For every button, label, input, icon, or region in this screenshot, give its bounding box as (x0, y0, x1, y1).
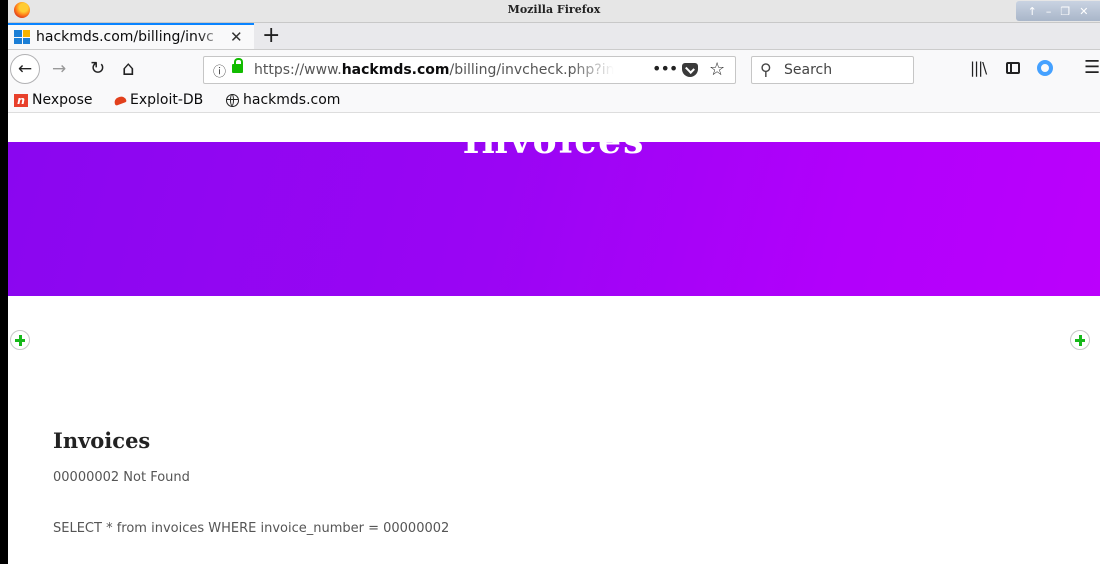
window-title: Mozilla Firefox (507, 3, 601, 16)
add-left-plus-icon[interactable] (10, 330, 30, 350)
browser-window: Mozilla Firefox ↑ – ❐ ✕ hackmds.com/bill… (8, 0, 1100, 564)
search-icon: ⚲ (760, 60, 772, 79)
sidebar-icon[interactable] (1006, 62, 1020, 74)
tab-active[interactable]: hackmds.com/billing/invc ✕ (8, 23, 254, 49)
hamburger-menu-icon[interactable]: ☰ (1084, 57, 1100, 78)
tab-close-icon[interactable]: ✕ (230, 28, 243, 46)
window-left-edge (0, 0, 8, 564)
tab-title: hackmds.com/billing/invc (36, 29, 214, 45)
nexpose-icon: n (14, 93, 28, 107)
url-domain: hackmds.com (341, 62, 450, 78)
url-prefix: https://www. (254, 62, 342, 78)
exploit-db-icon (113, 94, 127, 106)
home-button[interactable]: ⌂ (122, 56, 135, 80)
forward-button[interactable]: → (52, 59, 66, 79)
pocket-icon[interactable] (682, 63, 698, 77)
back-button[interactable]: ← (10, 54, 40, 84)
window-controls: ↑ – ❐ ✕ (1016, 1, 1100, 21)
bookmark-star-icon[interactable]: ☆ (709, 59, 725, 80)
url-text[interactable]: https://www.hackmds.com/billing/invcheck… (254, 62, 614, 78)
bookmarks-toolbar: n Nexpose Exploit-DB hackmds.com (8, 90, 1100, 113)
invoice-status-text: 00000002 Not Found (53, 470, 190, 485)
reload-button[interactable]: ↻ (90, 58, 105, 79)
sync-icon[interactable] (1037, 60, 1053, 76)
bookmark-hackmds[interactable]: hackmds.com (226, 92, 340, 108)
site-favicon-icon (14, 30, 30, 44)
close-window-icon[interactable]: ✕ (1079, 5, 1088, 18)
address-bar[interactable]: ⓘ https://www.hackmds.com/billing/invche… (203, 56, 736, 84)
bookmark-nexpose[interactable]: n Nexpose (14, 92, 92, 108)
window-up-icon[interactable]: ↑ (1028, 5, 1037, 18)
lock-icon (232, 58, 243, 73)
page-actions-icon[interactable]: ••• (652, 59, 678, 78)
minimize-icon[interactable]: – (1046, 5, 1052, 18)
bookmark-label: hackmds.com (243, 92, 341, 108)
bookmark-exploit-db[interactable]: Exploit-DB (113, 92, 204, 108)
hero-title: Invoices (8, 142, 1100, 162)
tab-strip: hackmds.com/billing/invc ✕ + (8, 23, 1100, 50)
sql-query-text: SELECT * from invoices WHERE invoice_num… (53, 521, 450, 536)
site-info-icon[interactable]: ⓘ (213, 61, 226, 80)
maximize-icon[interactable]: ❐ (1060, 5, 1070, 18)
add-right-plus-icon[interactable] (1070, 330, 1090, 350)
globe-icon (226, 93, 239, 107)
bookmark-label: Nexpose (32, 92, 93, 108)
navigation-toolbar: ← → ↻ ⌂ ⓘ https://www.hackmds.com/billin… (8, 50, 1100, 90)
library-icon[interactable]: |||\ (970, 59, 987, 77)
hero-banner: Invoices (8, 142, 1100, 296)
search-box[interactable]: ⚲ Search (751, 56, 914, 84)
url-path: /billing/invcheck.php?in (449, 62, 615, 78)
bookmark-label: Exploit-DB (130, 92, 204, 108)
section-heading: Invoices (53, 428, 151, 453)
title-bar: Mozilla Firefox ↑ – ❐ ✕ (8, 0, 1100, 23)
new-tab-button[interactable]: + (262, 24, 280, 48)
search-placeholder: Search (784, 62, 833, 78)
